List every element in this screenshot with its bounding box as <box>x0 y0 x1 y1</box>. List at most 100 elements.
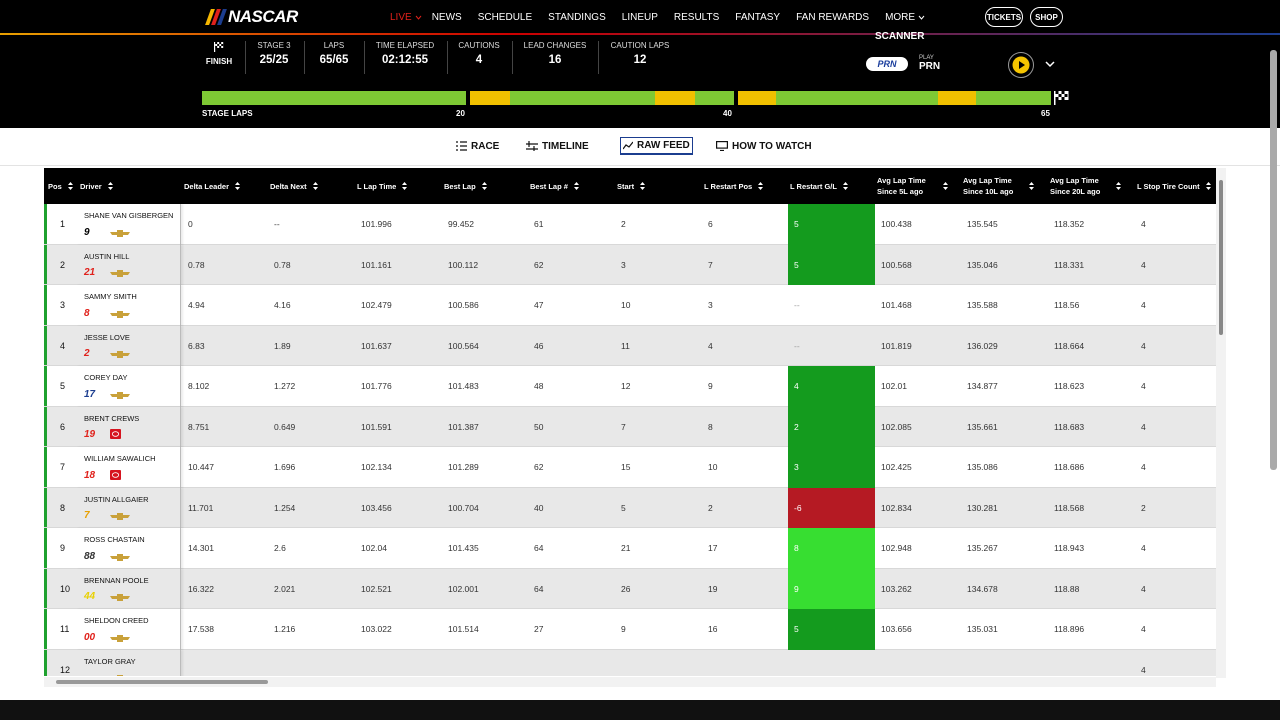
sort-icon <box>235 182 241 190</box>
tab-timeline[interactable]: TIMELINE <box>526 137 589 155</box>
table-row[interactable]: 2 AUSTIN HILL 21 0.78 0.78 101.161 100.112 62 3 7… <box>44 244 1216 285</box>
stat-stage: STAGE 3 25/25 <box>250 41 298 66</box>
column-header-delta-leader[interactable]: Delta Leader <box>184 168 268 204</box>
column-header-avg-lap-time-since-20l-ago[interactable]: Avg Lap Time Since 20L ago <box>1050 168 1134 204</box>
cell-avg5: 101.468 <box>881 300 912 311</box>
driver-cell[interactable]: ROSS CHASTAIN 88 <box>76 528 181 569</box>
cell-restart-gain-loss: 2 <box>788 406 875 447</box>
cell-best-lap: 101.387 <box>448 421 479 432</box>
column-header-avg-lap-time-since-10l-ago[interactable]: Avg Lap Time Since 10L ago <box>963 168 1047 204</box>
driver-cell[interactable]: COREY DAY 17 <box>76 366 181 407</box>
row-status-strip <box>44 487 47 527</box>
table-row[interactable]: 10 BRENNAN POOLE 44 16.322 2.021 102.521 102.0… <box>44 568 1216 609</box>
tab-how-to-watch[interactable]: HOW TO WATCH <box>716 137 812 155</box>
driver-cell[interactable]: SHELDON CREED 00 <box>76 609 181 650</box>
cell-start: 21 <box>621 543 631 554</box>
column-header-l-stop-tire-count[interactable]: L Stop Tire Count <box>1137 168 1215 204</box>
scroll-thumb[interactable] <box>1219 180 1223 335</box>
cell-restart-pos: 16 <box>708 624 718 635</box>
page-scrollbar[interactable] <box>1270 50 1277 470</box>
top-navigation: NASCAR LIVE NEWS SCHEDULE STANDINGS LINEUP RE… <box>0 0 1280 35</box>
column-header-l-restart-g-l[interactable]: L Restart G/L <box>790 168 874 204</box>
column-header-label: Driver <box>80 181 102 191</box>
table-row[interactable]: 9 ROSS CHASTAIN 88 14.301 2.6 102.04 101.435 64… <box>44 528 1216 569</box>
driver-cell[interactable]: SAMMY SMITH 8 <box>76 285 181 326</box>
driver-cell[interactable]: JESSE LOVE 2 <box>76 325 181 366</box>
stat-value: 02:12:55 <box>381 54 429 66</box>
driver-cell[interactable]: BRENNAN POOLE 44 <box>76 568 181 609</box>
table-row[interactable]: 12 TAYLOR GRAY 4 <box>44 649 1216 676</box>
play-button[interactable] <box>1008 52 1034 78</box>
nav-link-fantasy[interactable]: FANTASY <box>735 12 780 23</box>
cell-avg5: 102.085 <box>881 421 912 432</box>
column-header-driver[interactable]: Driver <box>80 168 180 204</box>
nav-link-news[interactable]: NEWS <box>432 12 462 23</box>
scanner-label[interactable]: SCANNER <box>875 31 924 42</box>
cell-delta-next: -- <box>274 219 280 230</box>
sort-icon <box>573 182 579 190</box>
table-row[interactable]: 11 SHELDON CREED 00 17.538 1.216 103.022 101.5… <box>44 609 1216 650</box>
nav-link-lineup[interactable]: LINEUP <box>622 12 658 23</box>
table-row[interactable]: 5 COREY DAY 17 8.102 1.272 101.776 101.483 48 12… <box>44 366 1216 407</box>
column-header-avg-lap-time-since-5l-ago[interactable]: Avg Lap Time Since 5L ago <box>877 168 961 204</box>
logo-text: NASCAR <box>228 7 298 26</box>
column-header-delta-next[interactable]: Delta Next <box>270 168 354 204</box>
table-row[interactable]: 8 JUSTIN ALLGAIER 7 11.701 1.254 103.456 100.7… <box>44 487 1216 528</box>
column-header-l-restart-pos[interactable]: L Restart Pos <box>704 168 788 204</box>
column-header-l-lap-time[interactable]: L Lap Time <box>357 168 441 204</box>
cell-delta-next: 1.216 <box>274 624 296 635</box>
cell-avg10: 135.545 <box>967 219 998 230</box>
driver-name: JESSE LOVE <box>84 332 130 342</box>
cell-delta-leader: 8.102 <box>188 381 210 392</box>
row-status-strip <box>44 568 47 608</box>
table-row[interactable]: 6 BRENT CREWS 19 8.751 0.649 101.591 101.387 50… <box>44 406 1216 447</box>
table-row[interactable]: 7 WILLIAM SAWALICH 18 10.447 1.696 102.134 101… <box>44 447 1216 488</box>
nav-link-fan-rewards[interactable]: FAN REWARDS <box>796 12 869 23</box>
column-header-pos[interactable]: Pos <box>48 168 78 204</box>
driver-cell[interactable]: SHANE VAN GISBERGEN 9 <box>76 204 181 245</box>
tickets-button[interactable]: TICKETS <box>985 7 1023 27</box>
chevrolet-logo-icon <box>110 229 130 237</box>
column-header-best-lap[interactable]: Best Lap # <box>530 168 614 204</box>
nav-link-more[interactable]: MORE <box>885 12 915 23</box>
position-cell: 3 <box>60 300 66 311</box>
column-header-start[interactable]: Start <box>617 168 701 204</box>
tab-label: TIMELINE <box>542 140 589 152</box>
driver-cell[interactable]: TAYLOR GRAY <box>76 649 181 676</box>
stage-mark: 40 <box>723 109 732 118</box>
column-header-best-lap[interactable]: Best Lap <box>444 168 528 204</box>
column-header-label: Avg Lap Time Since 10L ago <box>963 176 1014 196</box>
cell-best-lap: 101.514 <box>448 624 479 635</box>
cell-restart-pos: 17 <box>708 543 718 554</box>
driver-cell[interactable]: BRENT CREWS 19 <box>76 406 181 447</box>
cell-avg5: 100.438 <box>881 219 912 230</box>
cell-l-lap: 103.456 <box>361 502 392 513</box>
shop-button[interactable]: SHOP <box>1030 7 1063 27</box>
cell-avg10: 135.661 <box>967 421 998 432</box>
nav-link-results[interactable]: RESULTS <box>674 12 719 23</box>
table-row[interactable]: 1 SHANE VAN GISBERGEN 9 0 -- 101.996 99.452 61 2… <box>44 204 1216 245</box>
nascar-logo[interactable]: NASCAR <box>205 7 298 27</box>
cell-avg10: 135.588 <box>967 300 998 311</box>
cell-avg10: 136.029 <box>967 340 998 351</box>
nav-link-live[interactable]: LIVE <box>390 12 412 23</box>
driver-cell[interactable]: AUSTIN HILL 21 <box>76 244 181 285</box>
tab-raw-feed[interactable]: RAW FEED <box>620 137 693 155</box>
chevron-down-icon[interactable] <box>1044 58 1056 70</box>
position-cell: 2 <box>60 259 66 270</box>
nav-link-schedule[interactable]: SCHEDULE <box>478 12 532 23</box>
nav-link-standings[interactable]: STANDINGS <box>548 12 606 23</box>
cell-avg10: 135.086 <box>967 462 998 473</box>
cell-start: 11 <box>621 340 630 351</box>
stage-2-lap-bar <box>470 91 734 105</box>
table-row[interactable]: 3 SAMMY SMITH 8 4.94 4.16 102.479 100.586 47 10 3… <box>44 285 1216 326</box>
driver-cell[interactable]: WILLIAM SAWALICH 18 <box>76 447 181 488</box>
table-vertical-scrollbar[interactable] <box>1216 168 1226 678</box>
table-row[interactable]: 4 JESSE LOVE 2 6.83 1.89 101.637 100.564 46 11 4 1… <box>44 325 1216 366</box>
table-horizontal-scrollbar[interactable] <box>44 677 1216 687</box>
tab-race[interactable]: RACE <box>456 137 499 155</box>
stat-label: CAUTION LAPS <box>610 41 670 50</box>
scroll-thumb[interactable] <box>56 680 268 684</box>
driver-cell[interactable]: JUSTIN ALLGAIER 7 <box>76 487 181 528</box>
car-number: 17 <box>84 388 96 400</box>
